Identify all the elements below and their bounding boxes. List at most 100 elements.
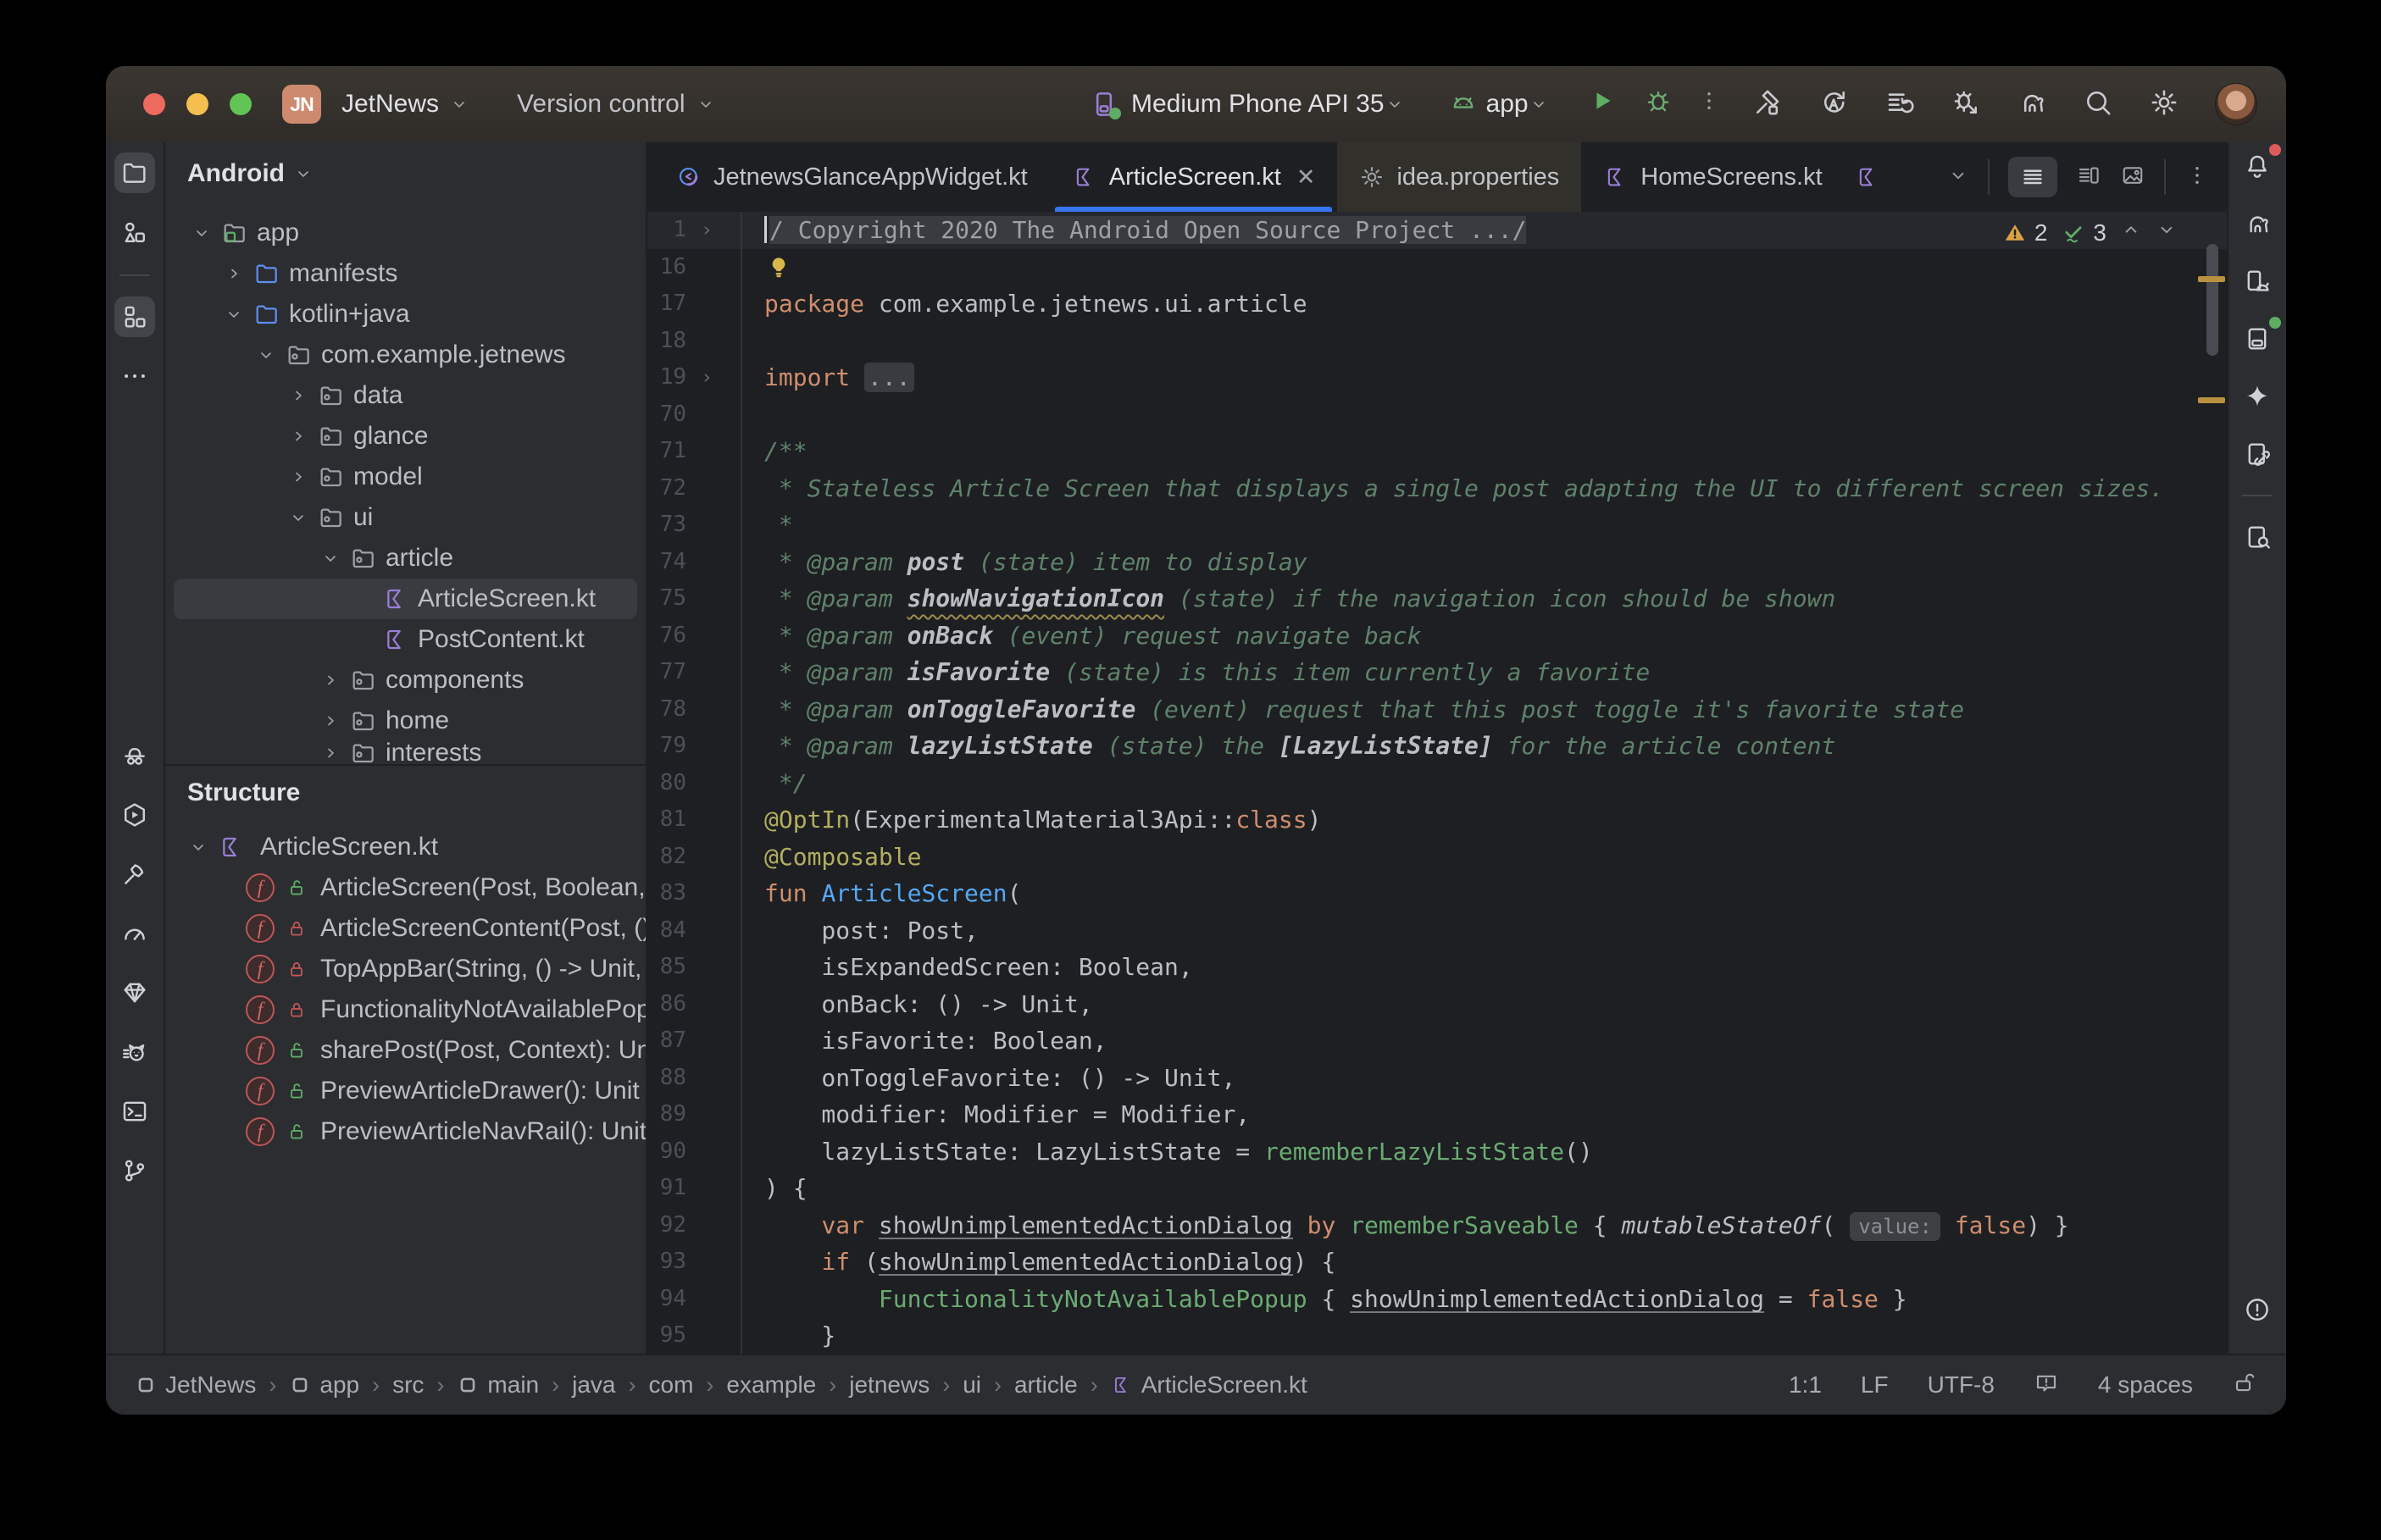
code-line-90[interactable]: 90 lazyListState: LazyListState = rememb… xyxy=(647,1133,2227,1171)
indent-setting[interactable]: 4 spaces xyxy=(2098,1371,2193,1399)
debug-button[interactable] xyxy=(1644,86,1673,122)
code-line-88[interactable]: 88 onToggleFavorite: () -> Unit, xyxy=(647,1060,2227,1097)
search-everywhere-button[interactable] xyxy=(2083,87,2113,122)
code-line-83[interactable]: 83 fun ArticleScreen( xyxy=(647,875,2227,912)
code-line-17[interactable]: 17 package com.example.jetnews.ui.articl… xyxy=(647,285,2227,323)
warnings-indicator[interactable]: 2 xyxy=(2002,219,2048,247)
editor-tab-idea.properties[interactable]: idea.properties xyxy=(1337,142,1581,212)
tree-chevron[interactable] xyxy=(182,837,214,857)
code-line-70[interactable]: 70 xyxy=(647,396,2227,434)
tree-chevron[interactable] xyxy=(282,426,314,446)
version-control-menu[interactable]: Version control xyxy=(517,90,715,119)
code-line-95[interactable]: 95 } xyxy=(647,1317,2227,1354)
tool-window-button-more[interactable] xyxy=(114,356,155,396)
tree-item-app[interactable]: app xyxy=(174,213,637,253)
code-line-71[interactable]: 71 /** xyxy=(647,433,2227,470)
breadcrumb-com[interactable]: com xyxy=(649,1371,694,1399)
tree-chevron[interactable] xyxy=(282,385,314,406)
code-line-94[interactable]: 94 FunctionalityNotAvailablePopup { show… xyxy=(647,1281,2227,1318)
design-view-button[interactable] xyxy=(2120,163,2145,192)
tool-window-button-running-devices[interactable] xyxy=(2237,319,2278,359)
gradle-sync-button[interactable] xyxy=(2017,87,2047,122)
code-line-79[interactable]: 79 * @param lazyListState (state) the [L… xyxy=(647,728,2227,765)
code-line-85[interactable]: 85 isExpandedScreen: Boolean, xyxy=(647,949,2227,986)
breadcrumb-ArticleScreen.kt[interactable]: ArticleScreen.kt xyxy=(1111,1371,1307,1399)
minimize-window-button[interactable] xyxy=(186,93,208,115)
code-line-78[interactable]: 78 * @param onToggleFavorite (event) req… xyxy=(647,691,2227,728)
code-line-91[interactable]: 91 ) { xyxy=(647,1170,2227,1207)
chevron-down-icon[interactable] xyxy=(1385,94,1405,114)
tool-window-button-problems[interactable] xyxy=(2237,1289,2278,1330)
readonly-toggle[interactable] xyxy=(2232,1370,2257,1401)
breadcrumb-article[interactable]: article xyxy=(1014,1371,1078,1399)
tree-item-interests[interactable]: interests xyxy=(174,741,637,764)
apply-code-changes-button[interactable] xyxy=(1884,87,1915,122)
structure-item-function[interactable]: f ArticleScreen(Post, Boolean, xyxy=(165,867,646,908)
fold-marker[interactable] xyxy=(686,212,727,249)
caret-position[interactable]: 1:1 xyxy=(1789,1371,1822,1399)
breadcrumb-ui[interactable]: ui xyxy=(963,1371,981,1399)
more-run-actions-button[interactable] xyxy=(1696,88,1722,120)
tool-window-button-build-tool[interactable] xyxy=(114,854,155,895)
code-line-77[interactable]: 77 * @param isFavorite (state) is this i… xyxy=(647,654,2227,691)
tree-chevron[interactable] xyxy=(282,467,314,487)
tool-window-button-version-control[interactable] xyxy=(114,1150,155,1191)
editor-tab-ArticleScreen.kt[interactable]: ArticleScreen.kt ✕ xyxy=(1050,142,1338,212)
tree-item-components[interactable]: components xyxy=(174,660,637,701)
tree-item-ArticleScreen.kt[interactable]: ArticleScreen.kt xyxy=(174,579,637,619)
structure-item-function[interactable]: f ArticleScreenContent(Post, () xyxy=(165,908,646,949)
code-view-button[interactable] xyxy=(2008,157,2057,197)
tree-chevron[interactable] xyxy=(314,743,347,763)
tree-item-home[interactable]: home xyxy=(174,701,637,741)
breadcrumb-main[interactable]: main xyxy=(457,1371,539,1399)
tool-window-button-app-inspection[interactable] xyxy=(114,735,155,776)
tree-chevron[interactable] xyxy=(282,507,314,528)
breadcrumb-jetnews[interactable]: jetnews xyxy=(849,1371,930,1399)
code-line-86[interactable]: 86 onBack: () -> Unit, xyxy=(647,986,2227,1023)
clipped-tab[interactable] xyxy=(1845,142,1895,212)
project-view-selector[interactable]: Android xyxy=(165,151,314,197)
code-line-73[interactable]: 73 * xyxy=(647,507,2227,544)
feedback-button[interactable] xyxy=(2034,1370,2059,1401)
editor-scrollbar[interactable] xyxy=(2206,244,2218,356)
breadcrumb-example[interactable]: example xyxy=(726,1371,816,1399)
passed-indicator[interactable]: 3 xyxy=(2061,219,2106,247)
code-line-1[interactable]: 1 / Copyright 2020 The Android Open Sour… xyxy=(647,212,2227,249)
intention-bulb-icon[interactable] xyxy=(764,252,793,281)
split-view-button[interactable] xyxy=(2076,163,2101,192)
code-line-84[interactable]: 84 post: Post, xyxy=(647,912,2227,950)
tree-chevron[interactable] xyxy=(250,345,282,365)
next-problem-button[interactable] xyxy=(2156,219,2178,247)
tree-item-PostContent.kt[interactable]: PostContent.kt xyxy=(174,619,637,660)
tool-window-button-gradle[interactable] xyxy=(2237,203,2278,244)
structure-item-function[interactable]: f TopAppBar(String, () -> Unit, xyxy=(165,949,646,989)
run-configuration[interactable]: app xyxy=(1486,90,1529,119)
code-line-80[interactable]: 80 */ xyxy=(647,765,2227,802)
tree-item-ui[interactable]: ui xyxy=(174,497,637,538)
code-line-89[interactable]: 89 modifier: Modifier = Modifier, xyxy=(647,1096,2227,1133)
code-line-75[interactable]: 75 * @param showNavigationIcon (state) i… xyxy=(647,580,2227,618)
tool-window-button-profiler[interactable] xyxy=(114,913,155,954)
device-selector[interactable]: Medium Phone API 35 xyxy=(1131,90,1385,119)
prev-problem-button[interactable] xyxy=(2120,219,2142,247)
warning-stripe-mark[interactable] xyxy=(2198,397,2225,403)
code-line-76[interactable]: 76 * @param onBack (event) request navig… xyxy=(647,618,2227,655)
attach-debugger-button[interactable] xyxy=(1951,87,1981,122)
tool-window-button-services[interactable] xyxy=(114,795,155,835)
sync-and-refactor-button[interactable] xyxy=(1818,87,1849,122)
breadcrumb-JetNews[interactable]: JetNews xyxy=(135,1371,256,1399)
tool-window-button-gemini[interactable] xyxy=(2237,376,2278,417)
code-line-18[interactable]: 18 xyxy=(647,323,2227,360)
editor-tab-HomeScreens.kt[interactable]: HomeScreens.kt xyxy=(1581,142,1844,212)
tree-item-model[interactable]: model xyxy=(174,457,637,497)
tool-window-button-notifications[interactable] xyxy=(2237,146,2278,186)
tree-chevron[interactable] xyxy=(218,304,250,324)
tree-chevron[interactable] xyxy=(218,263,250,284)
line-separator[interactable]: LF xyxy=(1861,1371,1889,1399)
structure-item-ArticleScreen.kt[interactable]: ArticleScreen.kt xyxy=(165,827,646,867)
editor-tab-JetnewsGlanceAppWidget.kt[interactable]: JetnewsGlanceAppWidget.kt xyxy=(647,142,1050,212)
structure-item-function[interactable]: f PreviewArticleDrawer(): Unit xyxy=(165,1071,646,1111)
hidden-tabs-button[interactable] xyxy=(1947,164,1969,191)
tool-window-button-device-mirroring[interactable] xyxy=(2237,434,2278,474)
tool-window-button-resource-manager[interactable] xyxy=(114,212,155,252)
